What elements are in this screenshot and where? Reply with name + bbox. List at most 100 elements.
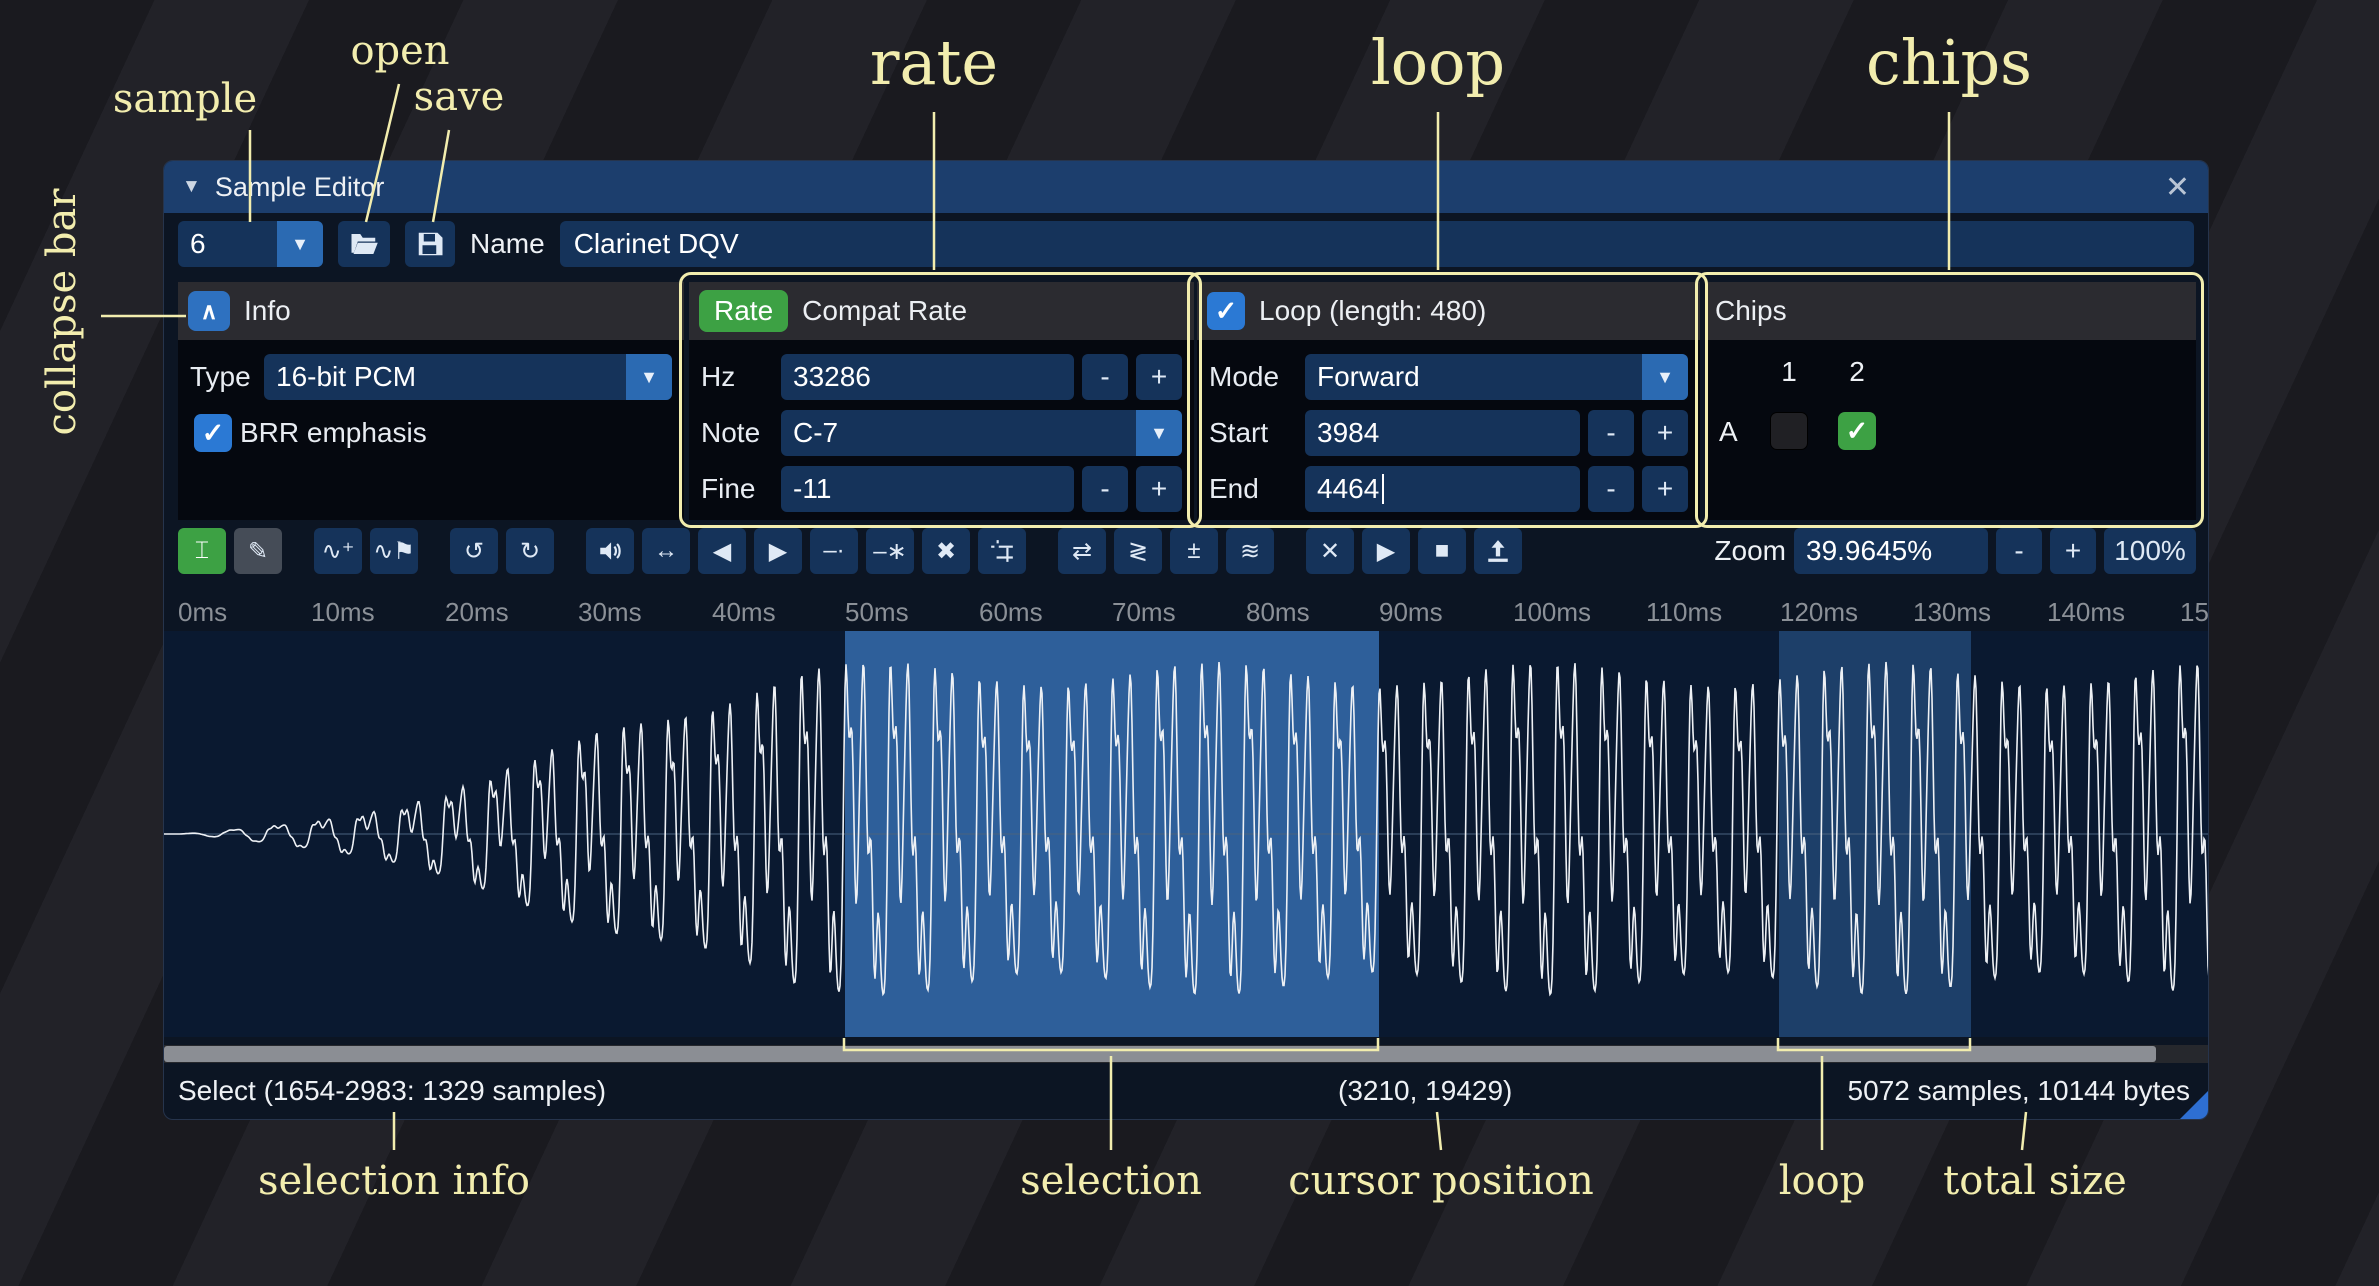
ruler-label: 70ms: [1112, 597, 1176, 628]
waveform-view[interactable]: [164, 631, 2209, 1037]
insert-silence-button[interactable]: ‒·: [810, 528, 858, 574]
reverse-button[interactable]: ⇄: [1058, 528, 1106, 574]
fine-row: Fine -11 - +: [701, 466, 1182, 512]
type-dropdown[interactable]: 16-bit PCM ▼: [264, 354, 672, 400]
resize-button[interactable]: ∿⁺: [314, 528, 362, 574]
hz-row: Hz 33286 - +: [701, 354, 1182, 400]
info-header: ∧ Info: [178, 282, 684, 340]
loop-end-field[interactable]: 4464: [1305, 466, 1580, 512]
start-minus-button[interactable]: -: [1588, 410, 1634, 456]
fine-label: Fine: [701, 473, 773, 505]
chip-1-checkbox[interactable]: [1770, 412, 1808, 450]
chip-2-checkbox[interactable]: ✓: [1838, 412, 1876, 450]
hz-minus-button[interactable]: -: [1082, 354, 1128, 400]
save-button[interactable]: [405, 221, 455, 267]
note-value: C-7: [793, 417, 838, 449]
info-title: Info: [244, 295, 291, 327]
resize-grip[interactable]: [2180, 1091, 2208, 1119]
name-label: Name: [470, 228, 545, 260]
loop-start-field[interactable]: 3984: [1305, 410, 1580, 456]
zoom-label: Zoom: [1714, 535, 1786, 567]
ruler-label: 150ms: [2180, 597, 2209, 628]
start-label: Start: [1209, 417, 1297, 449]
open-button[interactable]: [338, 221, 390, 267]
delete-button[interactable]: ✖: [922, 528, 970, 574]
normalize-button[interactable]: ↔: [642, 528, 690, 574]
hz-plus-button[interactable]: +: [1136, 354, 1182, 400]
zoom-field[interactable]: 39.9645%: [1794, 528, 1988, 574]
end-plus-button[interactable]: +: [1642, 466, 1688, 512]
mode-value: Forward: [1317, 361, 1420, 393]
apply-silence-button[interactable]: ‒∗: [866, 528, 914, 574]
close-icon[interactable]: ✕: [2165, 170, 2190, 205]
amplify-button[interactable]: [586, 528, 634, 574]
zoom-in-button[interactable]: +: [2050, 528, 2096, 574]
redo-button[interactable]: ↻: [506, 528, 554, 574]
ruler-label: 120ms: [1780, 597, 1858, 628]
resample-button[interactable]: ∿⚑: [370, 528, 418, 574]
note-dropdown[interactable]: C-7 ▼: [781, 410, 1182, 456]
hz-value: 33286: [793, 361, 871, 393]
type-value: 16-bit PCM: [276, 361, 416, 393]
chips-title: Chips: [1715, 295, 1787, 327]
sample-index-dropdown[interactable]: 6 ▼: [178, 221, 323, 267]
end-minus-button[interactable]: -: [1588, 466, 1634, 512]
trim-button[interactable]: [978, 528, 1026, 574]
undo-button[interactable]: ↺: [450, 528, 498, 574]
chip-col-1: 1: [1770, 356, 1808, 388]
hz-field[interactable]: 33286: [781, 354, 1074, 400]
ruler-label: 40ms: [712, 597, 776, 628]
fine-field[interactable]: -11: [781, 466, 1074, 512]
collapse-bar-icon[interactable]: ∧: [188, 291, 230, 331]
mode-dropdown[interactable]: Forward ▼: [1305, 354, 1688, 400]
crop-icon: [989, 538, 1015, 564]
crossfade-button[interactable]: ✕: [1306, 528, 1354, 574]
loop-header: ✓ Loop (length: 480): [1197, 282, 1700, 340]
note-label: Note: [701, 417, 773, 449]
rate-panel: Rate Compat Rate Hz 33286 - + Note C-7 ▼…: [689, 282, 1194, 520]
import-button[interactable]: [1474, 528, 1522, 574]
info-panel: ∧ Info Type 16-bit PCM ▼ ✓ BRR emphasis: [178, 282, 684, 520]
preview-button[interactable]: ▶: [1362, 528, 1410, 574]
window-collapse-icon[interactable]: ▼: [182, 176, 201, 198]
draw-tool-button[interactable]: ✎: [234, 528, 282, 574]
stop-button[interactable]: ■: [1418, 528, 1466, 574]
loop-checkbox[interactable]: ✓: [1207, 292, 1245, 330]
waveform-scrollbar[interactable]: [164, 1045, 2209, 1063]
sample-index-value: 6: [190, 228, 206, 260]
fine-minus-button[interactable]: -: [1082, 466, 1128, 512]
chevron-down-icon: ▼: [1642, 354, 1688, 400]
ruler-label: 10ms: [311, 597, 375, 628]
waveform-svg: [164, 631, 2209, 1037]
fine-plus-button[interactable]: +: [1136, 466, 1182, 512]
zoom-out-button[interactable]: -: [1996, 528, 2042, 574]
zoom-reset-button[interactable]: 100%: [2104, 528, 2196, 574]
select-tool-button[interactable]: ⌶: [178, 528, 226, 574]
mode-label: Mode: [1209, 361, 1297, 393]
zoom-value: 39.9645%: [1806, 535, 1932, 567]
sample-editor-window: ▼ Sample Editor ✕ 6 ▼ Name ∧ Info Type 1…: [163, 160, 2209, 1120]
selection-info-text: Select (1654-2983: 1329 samples): [178, 1075, 606, 1107]
ruler-label: 140ms: [2047, 597, 2125, 628]
window-title: Sample Editor: [215, 172, 385, 203]
start-plus-button[interactable]: +: [1642, 410, 1688, 456]
zoom-controls: Zoom 39.9645% - + 100%: [1714, 528, 2196, 574]
name-input[interactable]: [560, 221, 2194, 267]
scrollbar-thumb[interactable]: [164, 1046, 2156, 1062]
ruler-label: 90ms: [1379, 597, 1443, 628]
brr-checkbox[interactable]: ✓: [194, 414, 232, 452]
fade-out-button[interactable]: ▶: [754, 528, 802, 574]
sign-button[interactable]: ±: [1170, 528, 1218, 574]
ruler-label: 20ms: [445, 597, 509, 628]
note-row: Note C-7 ▼: [701, 410, 1182, 456]
save-icon: [415, 229, 445, 259]
rate-mode-button[interactable]: Rate: [699, 290, 788, 332]
hz-label: Hz: [701, 361, 773, 393]
loop-start-row: Start 3984 - +: [1209, 410, 1688, 456]
invert-button[interactable]: ≷: [1114, 528, 1162, 574]
filter-button[interactable]: ≋: [1226, 528, 1274, 574]
upload-icon: [1485, 538, 1511, 564]
total-size-text: 5072 samples, 10144 bytes: [1848, 1075, 2190, 1107]
brr-row: ✓ BRR emphasis: [194, 410, 427, 456]
fade-in-button[interactable]: ◀: [698, 528, 746, 574]
